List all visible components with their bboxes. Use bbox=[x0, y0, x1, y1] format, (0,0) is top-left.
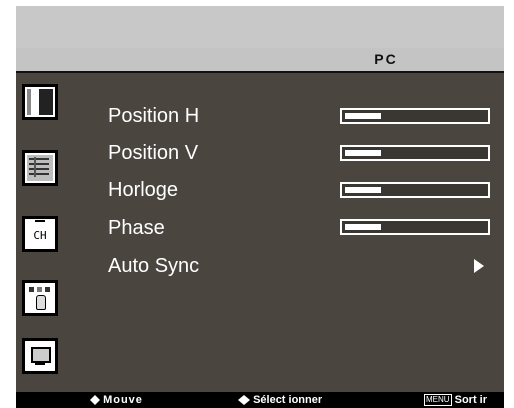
menu-key-icon: MENU bbox=[424, 394, 452, 407]
slider-fill bbox=[345, 224, 381, 230]
footer-move-label: Mouve bbox=[103, 394, 143, 406]
up-down-arrows-icon bbox=[90, 395, 100, 406]
osd-menu: PC CH Position H Position V Horloge Phas… bbox=[16, 6, 504, 408]
menu-item-position-v[interactable]: Position V bbox=[108, 141, 198, 165]
position-h-slider[interactable] bbox=[340, 108, 490, 124]
horloge-slider[interactable] bbox=[340, 182, 490, 198]
slider-fill bbox=[345, 150, 381, 156]
image-settings-icon[interactable] bbox=[22, 150, 58, 186]
left-right-arrows-icon bbox=[238, 394, 250, 406]
setup-hand-icon[interactable] bbox=[22, 280, 58, 316]
menu-item-position-h[interactable]: Position H bbox=[108, 104, 199, 128]
position-v-slider[interactable] bbox=[340, 145, 490, 161]
slider-fill bbox=[345, 113, 381, 119]
footer-select-label: Sélect ionner bbox=[253, 394, 323, 406]
menu-item-horloge[interactable]: Horloge bbox=[108, 178, 178, 202]
menu-item-auto-sync[interactable]: Auto Sync bbox=[108, 254, 199, 278]
submenu-arrow-icon[interactable] bbox=[474, 259, 484, 273]
slider-fill bbox=[345, 187, 381, 193]
osd-title-bar: PC bbox=[16, 48, 504, 73]
channel-label: CH bbox=[33, 229, 47, 242]
picture-icon[interactable] bbox=[22, 84, 58, 120]
footer-exit-hint: MENU Sort ir bbox=[424, 392, 487, 408]
pc-monitor-icon[interactable] bbox=[22, 338, 58, 374]
phase-slider[interactable] bbox=[340, 219, 490, 235]
footer-select-hint: Sélect ionner bbox=[238, 392, 322, 408]
page-title: PC bbox=[374, 51, 398, 67]
footer-exit-label: Sort ir bbox=[454, 394, 488, 406]
osd-header bbox=[16, 6, 504, 48]
menu-item-phase[interactable]: Phase bbox=[108, 216, 165, 240]
tv-channel-icon[interactable]: CH bbox=[22, 216, 58, 252]
osd-footer: Mouve Sélect ionner MENU Sort ir bbox=[16, 392, 504, 408]
footer-move-hint: Mouve bbox=[90, 392, 143, 408]
